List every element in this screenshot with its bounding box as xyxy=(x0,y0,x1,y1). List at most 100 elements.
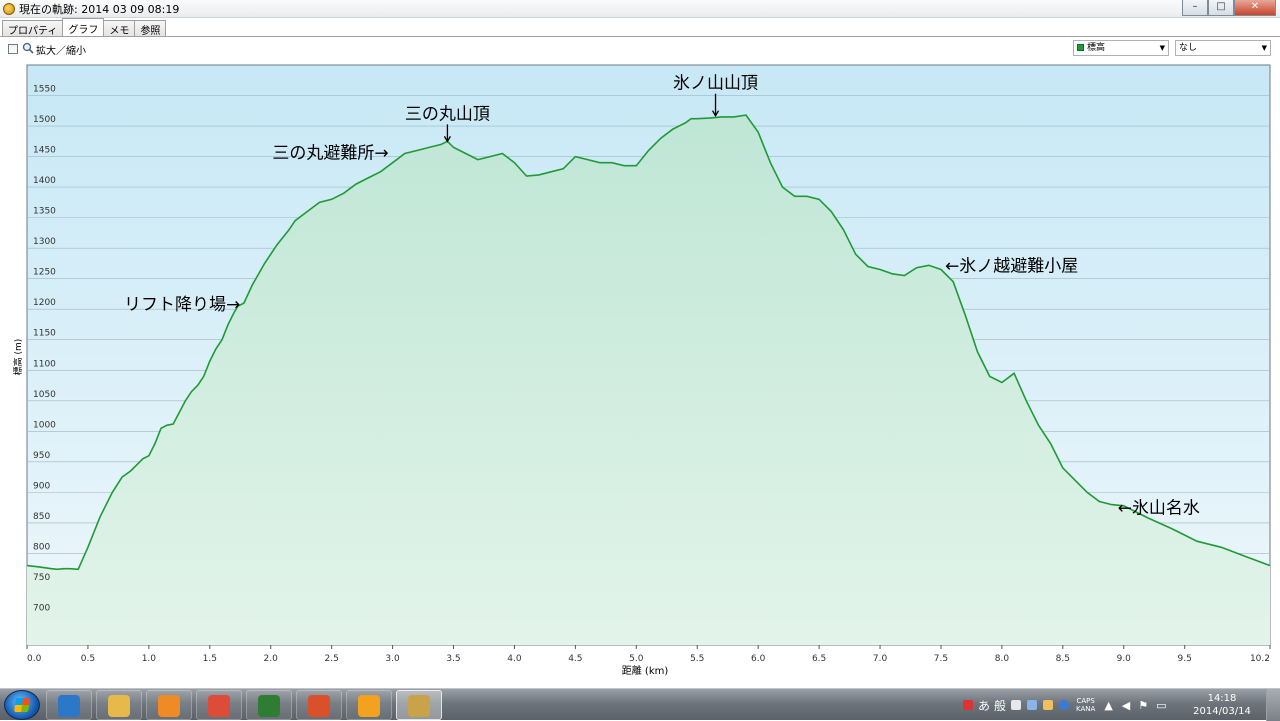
x-tick-label: 3.5 xyxy=(446,654,460,664)
y-tick-label: 1100 xyxy=(33,359,56,369)
office-app-icon xyxy=(308,695,330,717)
taskbar-garmin-app[interactable] xyxy=(246,690,292,720)
y-tick-label: 900 xyxy=(33,481,50,491)
series-select[interactable]: 標高 ▼ xyxy=(1073,40,1169,56)
close-button[interactable]: ✕ xyxy=(1234,0,1276,16)
system-tray: あ 般 CAPS KANA ▲ ◀ ⚑ ▭ xyxy=(960,691,1171,719)
caps-kana-indicator: CAPS KANA xyxy=(1076,697,1095,713)
ime-pad-icon[interactable] xyxy=(1011,700,1022,710)
annotation-label: 氷ノ山山頂 xyxy=(673,74,758,94)
x-tick-label: 3.0 xyxy=(385,654,400,664)
show-desktop-button[interactable] xyxy=(1266,689,1280,721)
y-tick-label: 1150 xyxy=(33,329,56,339)
x-tick-label: 5.5 xyxy=(690,654,704,664)
taskbar-outlook-app[interactable] xyxy=(346,690,392,720)
x-tick-label: 1.0 xyxy=(142,654,157,664)
ime-dict-icon[interactable] xyxy=(1027,700,1038,710)
ie-app-icon xyxy=(58,695,80,717)
y-tick-label: 750 xyxy=(33,573,50,583)
start-button[interactable] xyxy=(4,690,40,720)
x-tick-label: 7.5 xyxy=(934,654,948,664)
taskbar-media-player-app[interactable] xyxy=(146,690,192,720)
tray-expand-icon[interactable]: ▲ xyxy=(1104,699,1112,712)
minimize-button[interactable]: – xyxy=(1182,0,1208,16)
y-tick-label: 1050 xyxy=(33,390,56,400)
ime-label[interactable]: 般 xyxy=(994,697,1006,714)
x-tick-label: 0.5 xyxy=(81,654,95,664)
tab-properties[interactable]: プロパティ xyxy=(2,20,64,37)
maximize-button[interactable]: □ xyxy=(1208,0,1234,16)
annotation-label: ←氷山名水 xyxy=(1118,498,1200,518)
kana-label: KANA xyxy=(1076,705,1096,713)
tab-bar: プロパティ グラフ メモ 参照 xyxy=(2,18,167,37)
garmin-app-icon xyxy=(258,695,280,717)
x-tick-label: 9.0 xyxy=(1117,654,1132,664)
taskbar-chrome-app[interactable] xyxy=(196,690,242,720)
x-tick-label: 6.5 xyxy=(812,654,826,664)
y-tick-label: 700 xyxy=(33,603,50,613)
y-tick-label: 1000 xyxy=(33,420,56,430)
tab-graph[interactable]: グラフ xyxy=(62,18,105,36)
x-tick-label: 6.0 xyxy=(751,654,766,664)
window-titlebar[interactable]: 現在の軌跡: 2014 03 09 08:19 – □ ✕ xyxy=(0,0,1280,18)
taskbar-explorer-app[interactable] xyxy=(96,690,142,720)
taskbar-office-app[interactable] xyxy=(296,690,342,720)
tab-memo[interactable]: メモ xyxy=(103,20,136,37)
tab-references[interactable]: 参照 xyxy=(134,20,167,37)
y-axis-label: 標高 (m) xyxy=(12,339,24,376)
y-tick-label: 800 xyxy=(33,542,50,552)
taskbar-ie-app[interactable] xyxy=(46,690,92,720)
y-tick-label: 1300 xyxy=(33,237,56,247)
compare-select[interactable]: なし ▼ xyxy=(1175,40,1271,56)
x-tick-label: 9.5 xyxy=(1178,654,1192,664)
app-icon xyxy=(3,2,15,15)
window-title: 現在の軌跡: 2014 03 09 08:19 xyxy=(19,2,180,16)
ime-mode[interactable]: あ xyxy=(978,697,990,714)
speaker-icon[interactable]: ◀ xyxy=(1122,699,1130,712)
y-tick-label: 1350 xyxy=(33,207,56,217)
chevron-down-icon: ▼ xyxy=(1159,44,1165,52)
taskbar-basecamp-app[interactable] xyxy=(396,690,442,720)
x-tick-label: 2.5 xyxy=(324,654,338,664)
media-player-app-icon xyxy=(158,695,180,717)
x-tick-label: 4.5 xyxy=(568,654,582,664)
chevron-down-icon: ▼ xyxy=(1261,44,1267,52)
zoom-label: 拡大／縮小 xyxy=(36,46,86,57)
y-tick-label: 950 xyxy=(33,451,50,461)
x-tick-label: 7.0 xyxy=(873,654,888,664)
x-tick-label: 1.5 xyxy=(203,654,217,664)
y-tick-label: 1200 xyxy=(33,298,56,308)
tray-app-icon[interactable] xyxy=(963,700,973,710)
y-tick-label: 1250 xyxy=(33,268,56,278)
x-tick-label: 5.0 xyxy=(629,654,644,664)
clock-date: 2014/03/14 xyxy=(1193,706,1251,717)
ime-tool-icon[interactable] xyxy=(1043,700,1054,710)
magnifier-icon xyxy=(22,42,34,54)
clock[interactable]: 14:18 2014/03/14 xyxy=(1192,692,1252,718)
zoom-checkbox[interactable] xyxy=(8,44,18,54)
basecamp-app-icon xyxy=(408,695,430,717)
annotation-label: 三の丸山頂 xyxy=(405,104,490,124)
outlook-app-icon xyxy=(358,695,380,717)
help-icon[interactable] xyxy=(1059,700,1070,710)
windows-logo-icon xyxy=(14,698,30,712)
x-tick-label: 10.2 xyxy=(1250,654,1270,664)
annotation-label: ←氷ノ越避難小屋 xyxy=(945,257,1078,277)
window-controls: – □ ✕ xyxy=(1182,0,1276,16)
explorer-app-icon xyxy=(108,695,130,717)
x-axis-label: 距離 (km) xyxy=(622,664,669,677)
network-icon[interactable]: ▭ xyxy=(1156,699,1166,712)
y-tick-label: 1400 xyxy=(33,176,56,186)
taskbar: あ 般 CAPS KANA ▲ ◀ ⚑ ▭ 14:18 2014/03/14 xyxy=(0,688,1280,721)
caps-label: CAPS xyxy=(1076,697,1095,705)
annotation-label: 三の丸避難所→ xyxy=(272,143,388,163)
graph-toolbar: 拡大／縮小 標高 ▼ なし ▼ xyxy=(0,38,1280,60)
annotation-label: リフト降り場→ xyxy=(124,295,240,315)
chrome-app-icon xyxy=(208,695,230,717)
elevation-chart[interactable]: 1550 1500 1450 1400 1350 1300 1250 1200 1150 1100… xyxy=(0,60,1280,688)
x-tick-label: 4.0 xyxy=(507,654,522,664)
y-tick-label: 1500 xyxy=(33,115,56,125)
action-center-icon[interactable]: ⚑ xyxy=(1138,699,1148,712)
y-tick-label: 1550 xyxy=(33,85,56,95)
x-tick-label: 0.0 xyxy=(27,654,42,664)
